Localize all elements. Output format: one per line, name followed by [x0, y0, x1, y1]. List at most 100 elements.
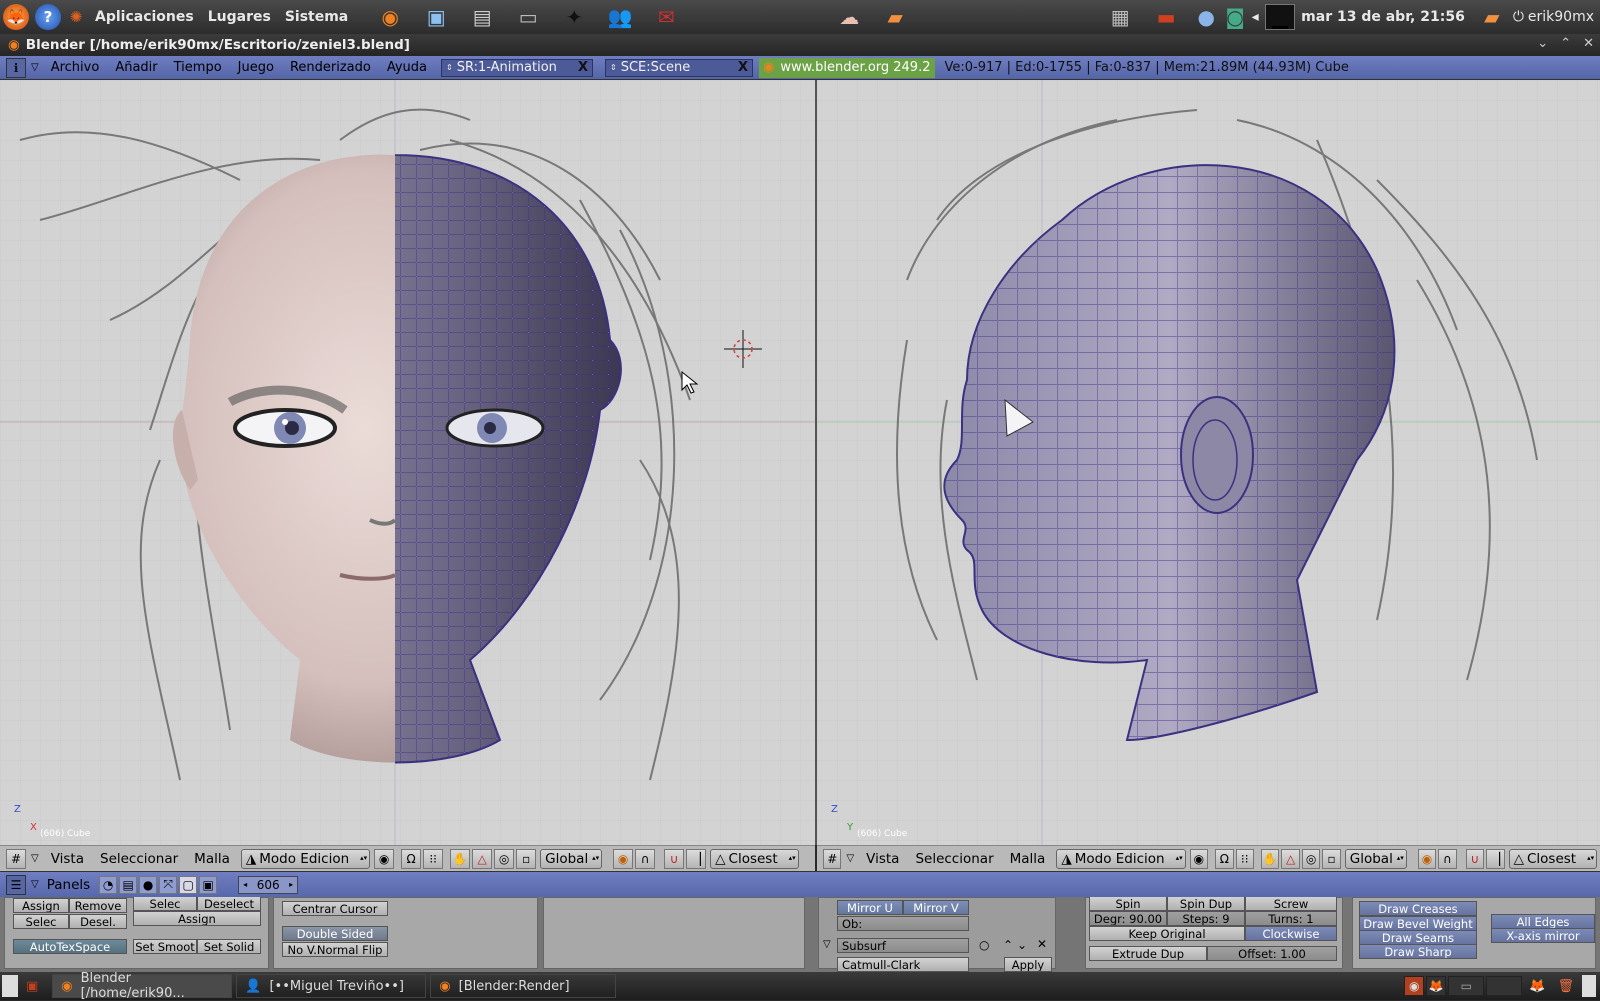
menu-juego[interactable]: Juego — [238, 60, 274, 75]
all-edges-toggle[interactable]: All Edges — [1491, 914, 1595, 929]
mode-dropdown[interactable]: ◮ Modo Edicion — [240, 848, 371, 869]
modifier-delete-icon[interactable]: ✕ — [1037, 937, 1047, 951]
material-assign-button[interactable]: Assign — [133, 911, 261, 926]
subsurf-name-field[interactable]: Subsurf — [837, 938, 969, 953]
falloff-icon-right[interactable]: ∩ — [1438, 848, 1457, 869]
window-titlebar[interactable]: ◉ Blender [/home/erik90mx/Escritorio/zen… — [0, 34, 1600, 56]
show-desktop-icon[interactable] — [2, 975, 18, 997]
autotexspace-toggle[interactable]: AutoTexSpace — [13, 939, 127, 954]
brain-icon[interactable]: ☁ — [834, 4, 864, 30]
menu-tiempo[interactable]: Tiempo — [174, 60, 222, 75]
buttons-window-type-icon[interactable]: ☰ — [6, 874, 26, 895]
layers-icon-right[interactable]: ⁝⁝ — [1235, 848, 1254, 869]
draw-seams-toggle[interactable]: Draw Seams — [1359, 930, 1477, 945]
viewport-front[interactable]: Z X (606) Cube — [0, 80, 815, 845]
task-blender-label[interactable]: Blender [/home/erik90... — [81, 971, 224, 1001]
no-vnormal-flip-toggle[interactable]: No V.Normal Flip — [282, 942, 388, 957]
pivot-icon[interactable]: Ω — [401, 848, 422, 869]
header-collapse-icon[interactable]: ▽ — [31, 853, 39, 864]
task-chat-label[interactable]: [••Miguel Treviño••] — [269, 979, 403, 994]
deselect-vgroup-button[interactable]: Desel. — [69, 914, 127, 929]
snap-dropdown-right[interactable]: △ Closest — [1508, 848, 1598, 869]
clock[interactable]: mar 13 de abr, 21:56 — [1301, 9, 1465, 25]
menu-renderizado[interactable]: Renderizado — [290, 60, 371, 75]
editing-icon[interactable]: ▢ — [179, 875, 198, 894]
task-blender[interactable]: ◉ Blender [/home/erik90... — [52, 971, 233, 1001]
menu-archivo[interactable]: Archivo — [51, 60, 100, 75]
window-type-grid-icon[interactable]: # — [6, 848, 26, 869]
draw-bevel-weight-toggle[interactable]: Draw Bevel Weight — [1359, 916, 1477, 931]
center-cursor-button[interactable]: Centrar Cursor — [282, 901, 388, 916]
screenshot-icon[interactable]: ▤ — [467, 4, 497, 30]
menu-anadir[interactable]: Añadir — [115, 60, 157, 75]
proportional-edit-icon-right[interactable]: ◉ — [1417, 848, 1437, 869]
system-monitor-icon[interactable]: ▦ — [1105, 4, 1135, 30]
network-icon[interactable]: ◙ — [1225, 4, 1245, 30]
orientation-value-right[interactable]: Global — [1350, 851, 1393, 867]
user-status-icon[interactable]: ● — [1191, 4, 1221, 30]
snap-value-right[interactable]: Closest — [1527, 851, 1576, 867]
help-icon[interactable]: ? — [35, 4, 61, 30]
proportional-edit-icon[interactable]: ◉ — [613, 848, 634, 869]
orientation-dropdown-right[interactable]: Global — [1344, 848, 1407, 869]
subdivision-type-dropdown[interactable]: Catmull-Clark — [837, 957, 969, 972]
menu-lugares[interactable]: Lugares — [208, 9, 271, 25]
apply-modifier-button[interactable]: Apply — [1004, 957, 1052, 972]
keep-original-toggle[interactable]: Keep Original — [1089, 926, 1245, 941]
menu-seleccionar-right[interactable]: Seleccionar — [915, 851, 993, 867]
monitor-icon[interactable]: ▭ — [513, 4, 543, 30]
menu-aplicaciones[interactable]: Aplicaciones — [95, 9, 194, 25]
rotate-icon-right[interactable]: ◎ — [1301, 848, 1321, 869]
double-sided-toggle[interactable]: Double Sided — [282, 926, 388, 941]
extrude-dup-button[interactable]: Extrude Dup — [1089, 946, 1207, 961]
grab-manipulator-icon-right[interactable]: ✋ — [1260, 848, 1280, 869]
screen-name[interactable]: SR:1-Animation — [457, 60, 557, 75]
info-window-type-icon[interactable]: ℹ — [6, 57, 26, 78]
username[interactable]: erik90mx — [1528, 9, 1594, 25]
falloff-icon[interactable]: ∩ — [635, 848, 656, 869]
workspace-4-icon[interactable] — [1486, 976, 1523, 996]
buttons-collapse-icon[interactable]: ▽ — [31, 879, 39, 890]
modifier-move-down-icon[interactable]: ⌄ — [1017, 938, 1027, 952]
mirror-u-toggle[interactable]: Mirror U — [837, 900, 903, 915]
clockwise-toggle[interactable]: Clockwise — [1245, 926, 1337, 941]
scale-icon[interactable]: ▫ — [516, 848, 537, 869]
pivot-icon-right[interactable]: Ω — [1215, 848, 1234, 869]
spin-button[interactable]: Spin — [1089, 897, 1167, 911]
object-icon[interactable]: ⤧ — [159, 875, 178, 894]
task-chat[interactable]: 👤 [••Miguel Treviño••] — [236, 974, 427, 998]
modifier-move-up-icon[interactable]: ⌃ — [1003, 938, 1013, 952]
scene-selector[interactable]: ⇕ SCE:Scene X — [605, 58, 753, 77]
frame-increment-icon[interactable]: ▸ — [289, 880, 293, 889]
front-view-canvas[interactable] — [0, 80, 815, 845]
tray-extra-icon[interactable] — [1582, 975, 1596, 997]
collapse-triangle-icon[interactable]: ▽ — [31, 62, 39, 73]
script-icon[interactable]: ▤ — [119, 875, 138, 894]
draw-sharp-toggle[interactable]: Draw Sharp — [1359, 944, 1477, 959]
screen-icon[interactable]: ▁ — [1265, 4, 1296, 30]
blender-launcher-icon[interactable]: ◉ — [375, 4, 405, 30]
window-menu-chevron-icon[interactable]: ⌄ — [1537, 36, 1548, 51]
shading-icon[interactable]: ● — [139, 875, 158, 894]
remove-vgroup-button[interactable]: Remove — [69, 898, 127, 913]
assign-vgroup-button[interactable]: Assign — [13, 898, 69, 913]
header-collapse-icon-right[interactable]: ▽ — [846, 853, 854, 864]
menu-seleccionar[interactable]: Seleccionar — [100, 851, 178, 867]
material-deselect-button[interactable]: Deselect — [197, 897, 261, 911]
workspace-3-icon[interactable]: ▭ — [1448, 976, 1485, 996]
orientation-dropdown[interactable]: Global — [540, 848, 603, 869]
orientation-value[interactable]: Global — [545, 851, 588, 867]
translate-icon[interactable]: △ — [472, 848, 493, 869]
subdivision-type-value[interactable]: Catmull-Clark — [842, 958, 920, 971]
panels-label[interactable]: Panels — [47, 877, 90, 893]
window-type-grid-icon-right[interactable]: # — [823, 848, 842, 869]
firefox-tray-icon[interactable]: 🦊 — [1529, 979, 1545, 994]
steps-field[interactable]: Steps: 9 — [1167, 911, 1245, 926]
modifier-expand-icon[interactable]: ▽ — [823, 939, 831, 950]
website-label[interactable]: www.blender.org 249.2 — [780, 60, 930, 75]
workspace-switcher-icon[interactable]: ▬ — [1151, 4, 1181, 30]
snap-dropdown[interactable]: △ Closest — [710, 848, 799, 869]
screen-browse-icon[interactable]: ⇕ — [446, 63, 453, 72]
blender-website-link[interactable]: ◉ www.blender.org 249.2 — [759, 57, 935, 78]
draw-type-icon-right[interactable]: ◉ — [1189, 848, 1209, 869]
